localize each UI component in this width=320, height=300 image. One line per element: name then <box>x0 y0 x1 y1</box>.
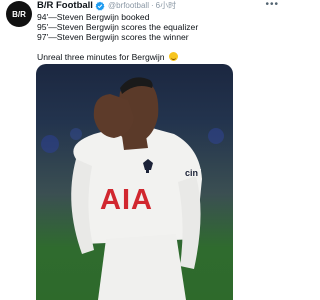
player-photo <box>41 77 224 300</box>
tweet-line: 94'—Steven Bergwijn booked <box>37 12 150 22</box>
jersey-sponsor-text: AIA <box>100 184 153 216</box>
tweet-media-photo[interactable]: AIA cin <box>36 64 233 300</box>
line-break <box>37 43 277 52</box>
br-logo-icon: B/R <box>6 1 32 27</box>
timestamp[interactable]: 6小时 <box>156 0 176 12</box>
svg-text:B/R: B/R <box>12 10 26 19</box>
tweet-text: 94'—Steven Bergwijn booked 95'—Steven Be… <box>37 12 277 62</box>
verified-badge-icon <box>95 1 105 11</box>
more-options-icon[interactable]: ••• <box>265 0 279 10</box>
jersey-sleeve-text: cin <box>185 168 199 178</box>
tweet-line: 95'—Steven Bergwijn scores the equalizer <box>37 22 199 33</box>
display-name[interactable]: B/R Football <box>37 0 93 12</box>
grin-emoji-icon <box>168 51 178 61</box>
handle[interactable]: @brfootball <box>108 0 149 12</box>
tweet-closing-line: Unreal three minutes for Bergwijn <box>37 51 277 62</box>
tweet-author: B/R Football @brfootball · 6小时 <box>37 0 176 12</box>
closing-text: Unreal three minutes for Bergwijn <box>37 51 165 62</box>
tweet-line: 97'—Steven Bergwijn scores the winner <box>37 32 189 43</box>
avatar[interactable]: B/R <box>6 1 32 27</box>
separator-dot: · <box>150 1 154 10</box>
